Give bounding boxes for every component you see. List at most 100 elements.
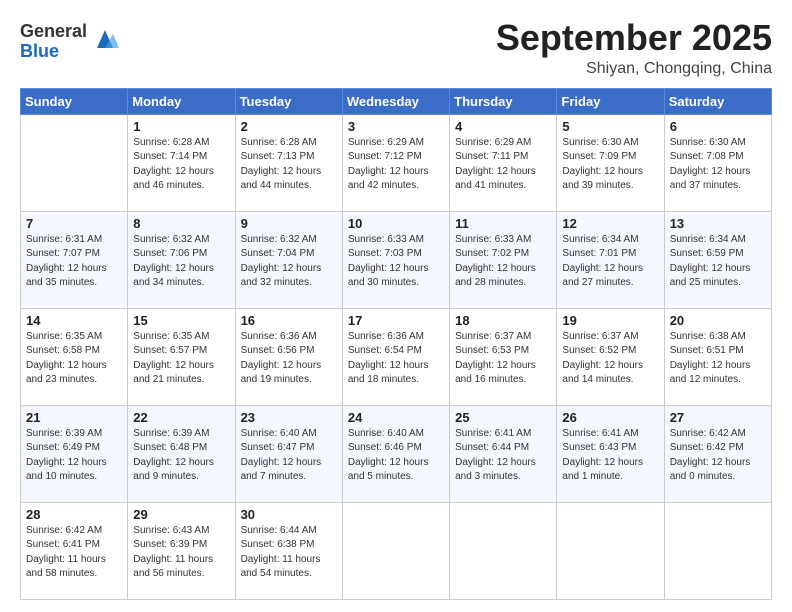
day-info: Sunrise: 6:38 AM Sunset: 6:51 PM Dayligh…	[670, 330, 766, 388]
day-number: 30	[241, 507, 337, 522]
day-info: Sunrise: 6:33 AM Sunset: 7:03 PM Dayligh…	[348, 233, 444, 291]
day-number: 23	[241, 410, 337, 425]
logo: General Blue	[20, 22, 119, 62]
day-info: Sunrise: 6:37 AM Sunset: 6:53 PM Dayligh…	[455, 330, 551, 388]
calendar-cell: 16Sunrise: 6:36 AM Sunset: 6:56 PM Dayli…	[235, 308, 342, 405]
day-info: Sunrise: 6:28 AM Sunset: 7:14 PM Dayligh…	[133, 136, 229, 194]
day-number: 1	[133, 119, 229, 134]
calendar-cell: 5Sunrise: 6:30 AM Sunset: 7:09 PM Daylig…	[557, 114, 664, 211]
week-row-5: 28 Sunrise: 6:42 AM Sunset: 6:41 PM Dayli…	[21, 502, 772, 599]
day-number: 28	[26, 507, 122, 522]
calendar-table: SundayMondayTuesdayWednesdayThursdayFrid…	[20, 88, 772, 600]
calendar-cell: 11 Sunrise: 6:33 AM Sunset: 7:02 PM Dayli…	[450, 211, 557, 308]
weekday-header-saturday: Saturday	[664, 88, 771, 114]
calendar-cell: 29 Sunrise: 6:43 AM Sunset: 6:39 PM Dayli…	[128, 502, 235, 599]
calendar-cell: 15Sunrise: 6:35 AM Sunset: 6:57 PM Dayli…	[128, 308, 235, 405]
calendar-cell: 27 Sunrise: 6:42 AM Sunset: 6:42 PM Dayli…	[664, 405, 771, 502]
day-number: 16	[241, 313, 337, 328]
calendar-cell: 10 Sunrise: 6:33 AM Sunset: 7:03 PM Dayli…	[342, 211, 449, 308]
calendar-cell	[557, 502, 664, 599]
day-info: Sunrise: 6:35 AM Sunset: 6:57 PM Dayligh…	[133, 330, 229, 388]
day-number: 5	[562, 119, 658, 134]
day-number: 26	[562, 410, 658, 425]
day-number: 19	[562, 313, 658, 328]
day-info: Sunrise: 6:33 AM Sunset: 7:02 PM Dayligh…	[455, 233, 551, 291]
day-info: Sunrise: 6:30 AM Sunset: 7:08 PM Dayligh…	[670, 136, 766, 194]
day-number: 7	[26, 216, 122, 231]
day-info: Sunrise: 6:41 AM Sunset: 6:43 PM Dayligh…	[562, 427, 658, 485]
weekday-header-row: SundayMondayTuesdayWednesdayThursdayFrid…	[21, 88, 772, 114]
day-number: 9	[241, 216, 337, 231]
week-row-1: 1 Sunrise: 6:28 AM Sunset: 7:14 PM Daylig…	[21, 114, 772, 211]
calendar-cell: 19 Sunrise: 6:37 AM Sunset: 6:52 PM Dayli…	[557, 308, 664, 405]
title-block: September 2025 Shiyan, Chongqing, China	[496, 18, 772, 78]
week-row-3: 14Sunrise: 6:35 AM Sunset: 6:58 PM Dayli…	[21, 308, 772, 405]
day-number: 11	[455, 216, 551, 231]
calendar-cell: 6 Sunrise: 6:30 AM Sunset: 7:08 PM Daylig…	[664, 114, 771, 211]
day-number: 10	[348, 216, 444, 231]
calendar-cell: 2 Sunrise: 6:28 AM Sunset: 7:13 PM Daylig…	[235, 114, 342, 211]
day-info: Sunrise: 6:39 AM Sunset: 6:48 PM Dayligh…	[133, 427, 229, 485]
calendar-cell: 4 Sunrise: 6:29 AM Sunset: 7:11 PM Daylig…	[450, 114, 557, 211]
day-number: 25	[455, 410, 551, 425]
day-info: Sunrise: 6:28 AM Sunset: 7:13 PM Dayligh…	[241, 136, 337, 194]
day-number: 6	[670, 119, 766, 134]
day-number: 22	[133, 410, 229, 425]
calendar-cell: 17Sunrise: 6:36 AM Sunset: 6:54 PM Dayli…	[342, 308, 449, 405]
page: General Blue September 2025 Shiyan, Chon…	[0, 0, 792, 612]
day-info: Sunrise: 6:39 AM Sunset: 6:49 PM Dayligh…	[26, 427, 122, 485]
day-info: Sunrise: 6:40 AM Sunset: 6:46 PM Dayligh…	[348, 427, 444, 485]
week-row-2: 7 Sunrise: 6:31 AM Sunset: 7:07 PM Daylig…	[21, 211, 772, 308]
subtitle: Shiyan, Chongqing, China	[496, 60, 772, 78]
calendar-cell: 22 Sunrise: 6:39 AM Sunset: 6:48 PM Dayli…	[128, 405, 235, 502]
header: General Blue September 2025 Shiyan, Chon…	[20, 18, 772, 78]
day-info: Sunrise: 6:37 AM Sunset: 6:52 PM Dayligh…	[562, 330, 658, 388]
week-row-4: 21 Sunrise: 6:39 AM Sunset: 6:49 PM Dayli…	[21, 405, 772, 502]
calendar-cell: 9 Sunrise: 6:32 AM Sunset: 7:04 PM Daylig…	[235, 211, 342, 308]
calendar-cell: 30Sunrise: 6:44 AM Sunset: 6:38 PM Dayli…	[235, 502, 342, 599]
day-info: Sunrise: 6:29 AM Sunset: 7:12 PM Dayligh…	[348, 136, 444, 194]
day-info: Sunrise: 6:42 AM Sunset: 6:42 PM Dayligh…	[670, 427, 766, 485]
calendar-cell: 7 Sunrise: 6:31 AM Sunset: 7:07 PM Daylig…	[21, 211, 128, 308]
calendar-cell: 26 Sunrise: 6:41 AM Sunset: 6:43 PM Dayli…	[557, 405, 664, 502]
calendar-cell: 23 Sunrise: 6:40 AM Sunset: 6:47 PM Dayli…	[235, 405, 342, 502]
weekday-header-tuesday: Tuesday	[235, 88, 342, 114]
calendar-cell: 28 Sunrise: 6:42 AM Sunset: 6:41 PM Dayli…	[21, 502, 128, 599]
day-number: 18	[455, 313, 551, 328]
weekday-header-monday: Monday	[128, 88, 235, 114]
day-info: Sunrise: 6:40 AM Sunset: 6:47 PM Dayligh…	[241, 427, 337, 485]
day-info: Sunrise: 6:31 AM Sunset: 7:07 PM Dayligh…	[26, 233, 122, 291]
weekday-header-friday: Friday	[557, 88, 664, 114]
day-number: 12	[562, 216, 658, 231]
calendar-cell	[450, 502, 557, 599]
day-number: 4	[455, 119, 551, 134]
day-number: 8	[133, 216, 229, 231]
day-info: Sunrise: 6:43 AM Sunset: 6:39 PM Dayligh…	[133, 524, 229, 582]
day-info: Sunrise: 6:32 AM Sunset: 7:04 PM Dayligh…	[241, 233, 337, 291]
day-info: Sunrise: 6:34 AM Sunset: 6:59 PM Dayligh…	[670, 233, 766, 291]
calendar-cell: 8 Sunrise: 6:32 AM Sunset: 7:06 PM Daylig…	[128, 211, 235, 308]
calendar-cell: 3Sunrise: 6:29 AM Sunset: 7:12 PM Daylig…	[342, 114, 449, 211]
day-number: 29	[133, 507, 229, 522]
day-info: Sunrise: 6:32 AM Sunset: 7:06 PM Dayligh…	[133, 233, 229, 291]
day-number: 13	[670, 216, 766, 231]
day-number: 21	[26, 410, 122, 425]
weekday-header-wednesday: Wednesday	[342, 88, 449, 114]
calendar-cell	[664, 502, 771, 599]
logo-text-block: General Blue	[20, 22, 87, 62]
day-info: Sunrise: 6:29 AM Sunset: 7:11 PM Dayligh…	[455, 136, 551, 194]
day-number: 14	[26, 313, 122, 328]
month-title: September 2025	[496, 18, 772, 58]
day-number: 20	[670, 313, 766, 328]
calendar-cell: 18 Sunrise: 6:37 AM Sunset: 6:53 PM Dayli…	[450, 308, 557, 405]
calendar-cell: 1 Sunrise: 6:28 AM Sunset: 7:14 PM Daylig…	[128, 114, 235, 211]
logo-blue: Blue	[20, 42, 87, 62]
day-number: 2	[241, 119, 337, 134]
weekday-header-sunday: Sunday	[21, 88, 128, 114]
calendar-cell	[342, 502, 449, 599]
day-info: Sunrise: 6:42 AM Sunset: 6:41 PM Dayligh…	[26, 524, 122, 582]
calendar-cell: 20 Sunrise: 6:38 AM Sunset: 6:51 PM Dayli…	[664, 308, 771, 405]
day-number: 27	[670, 410, 766, 425]
calendar-cell: 14Sunrise: 6:35 AM Sunset: 6:58 PM Dayli…	[21, 308, 128, 405]
calendar-cell	[21, 114, 128, 211]
